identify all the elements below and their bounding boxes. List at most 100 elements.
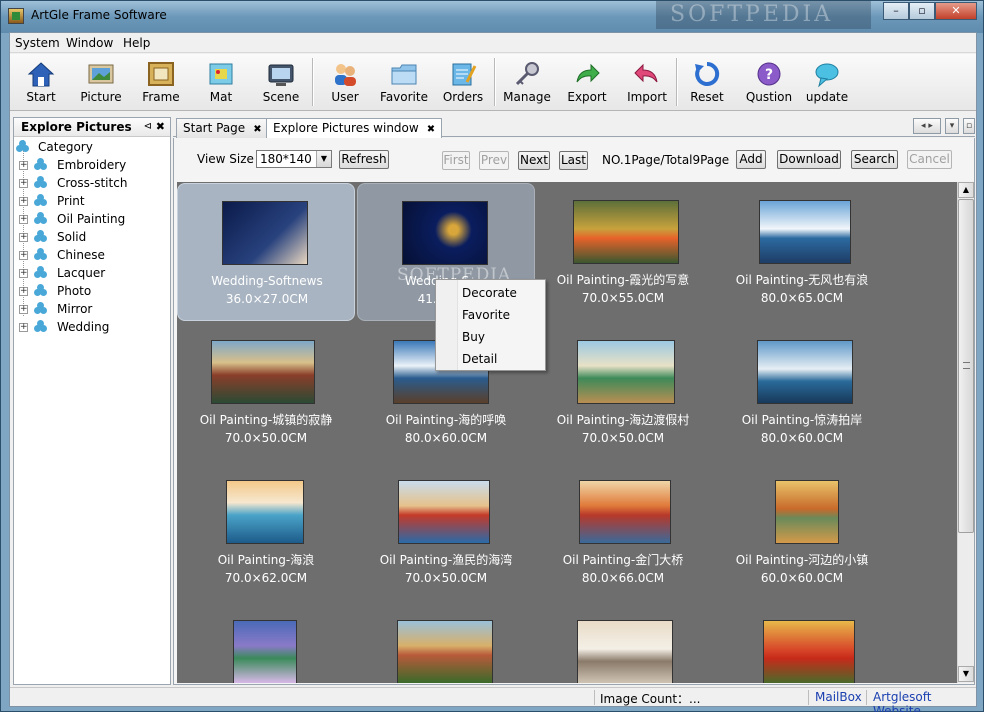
- picture-size: 60.0×60.0CM: [760, 571, 844, 585]
- tree-item-mirror[interactable]: + Mirror: [14, 301, 164, 319]
- picture-item[interactable]: Oil Painting-渔民的海湾 70.0×50.0CM: [357, 463, 535, 601]
- picture-item[interactable]: Oil Painting-城镇的寂静 70.0×50.0CM: [177, 323, 355, 461]
- tree-root-category[interactable]: Category: [14, 139, 164, 157]
- scrollbar-thumb[interactable]: [958, 199, 974, 533]
- close-button[interactable]: ✕: [935, 2, 977, 20]
- cancel-button[interactable]: Cancel: [907, 150, 952, 169]
- home-icon: [27, 60, 55, 88]
- picture-item[interactable]: Oil Painting-河边的小镇 60.0×60.0CM: [713, 463, 891, 601]
- export-button[interactable]: Export: [564, 57, 610, 109]
- maximize-button[interactable]: ▫: [909, 2, 935, 20]
- picture-name: Oil Painting-河边的小镇: [735, 553, 869, 567]
- tree-item-wedding[interactable]: + Wedding: [14, 319, 164, 337]
- question-icon: ?: [755, 60, 783, 88]
- tree-item-chinese[interactable]: + Chinese: [14, 247, 164, 265]
- picture-item[interactable]: [534, 603, 712, 683]
- orders-button[interactable]: Orders: [440, 57, 486, 109]
- add-button[interactable]: Add: [736, 150, 766, 169]
- expand-icon[interactable]: +: [19, 251, 28, 260]
- category-icon: [34, 177, 48, 190]
- expand-icon[interactable]: +: [19, 197, 28, 206]
- tab-list-dropdown[interactable]: ▾: [945, 118, 959, 134]
- tree-item-photo[interactable]: + Photo: [14, 283, 164, 301]
- expand-icon[interactable]: +: [19, 161, 28, 170]
- picture-item[interactable]: [357, 603, 535, 683]
- softpedia-watermark: SOFTPEDIA: [656, 1, 871, 29]
- picture-item[interactable]: Oil Painting-金门大桥 80.0×66.0CM: [534, 463, 712, 601]
- tab-start-page[interactable]: Start Page ✖: [176, 118, 269, 138]
- tree-item-cross-stitch[interactable]: + Cross-stitch: [14, 175, 164, 193]
- expand-icon[interactable]: +: [19, 305, 28, 314]
- svg-text:?: ?: [765, 67, 773, 83]
- picture-item[interactable]: [177, 603, 355, 683]
- picture-item[interactable]: Oil Painting-海浪 70.0×62.0CM: [177, 463, 355, 601]
- first-button[interactable]: First: [442, 151, 470, 170]
- start-button[interactable]: Start: [18, 57, 64, 109]
- thumbnail-image: [759, 200, 851, 264]
- mailbox-link[interactable]: MailBox: [815, 690, 862, 704]
- expand-icon[interactable]: +: [19, 269, 28, 278]
- search-button[interactable]: Search: [851, 150, 898, 169]
- scene-button[interactable]: Scene: [258, 57, 304, 109]
- last-button[interactable]: Last: [559, 151, 588, 170]
- picture-item[interactable]: Oil Painting-霞光的写意 70.0×55.0CM: [534, 183, 712, 321]
- expand-icon[interactable]: +: [19, 233, 28, 242]
- expand-icon[interactable]: +: [19, 215, 28, 224]
- tab-close-icon[interactable]: ✖: [253, 124, 261, 135]
- picture-item[interactable]: Oil Painting-惊涛拍岸 80.0×60.0CM: [713, 323, 891, 461]
- minimize-button[interactable]: –: [883, 2, 909, 20]
- view-size-label: View Size: [197, 152, 254, 166]
- expand-icon[interactable]: +: [19, 179, 28, 188]
- download-button[interactable]: Download: [777, 150, 841, 169]
- picture-button[interactable]: Picture: [78, 57, 124, 109]
- title-bar[interactable]: ArtGle Frame Software SOFTPEDIA – ▫ ✕: [1, 1, 983, 33]
- menu-system[interactable]: System: [15, 36, 60, 50]
- category-icon: [34, 159, 48, 172]
- pin-icon[interactable]: ⊲: [144, 121, 152, 132]
- menu-item-buy[interactable]: Buy: [462, 330, 485, 344]
- scroll-up-icon[interactable]: ▲: [958, 182, 974, 198]
- thumbnail-image: [579, 480, 671, 544]
- picture-item[interactable]: Oil Painting-无风也有浪 80.0×65.0CM: [713, 183, 891, 321]
- manage-button[interactable]: Manage: [502, 57, 552, 109]
- user-button[interactable]: User: [322, 57, 368, 109]
- next-button[interactable]: Next: [518, 151, 550, 170]
- category-icon: [34, 267, 48, 280]
- panel-close-icon[interactable]: ✖: [156, 120, 165, 133]
- menu-help[interactable]: Help: [123, 36, 150, 50]
- scroll-down-icon[interactable]: ▼: [958, 666, 974, 682]
- menu-item-detail[interactable]: Detail: [462, 352, 497, 366]
- tree-item-print[interactable]: + Print: [14, 193, 164, 211]
- tab-close-window[interactable]: ▫: [963, 118, 975, 134]
- explore-content: View Size 180*140 ▼ Refresh First Prev N…: [173, 138, 975, 685]
- panel-header: Explore Pictures ⊲ ✖: [14, 118, 170, 137]
- website-link[interactable]: Artglesoft Website: [873, 690, 976, 712]
- mat-button[interactable]: Mat: [198, 57, 244, 109]
- tab-close-icon[interactable]: ✖: [427, 124, 435, 135]
- user-icon: [331, 60, 359, 88]
- question-button[interactable]: ? Qustion: [744, 57, 794, 109]
- refresh-button[interactable]: Refresh: [339, 150, 389, 169]
- view-size-select[interactable]: 180*140 ▼: [256, 150, 332, 168]
- expand-icon[interactable]: +: [19, 323, 28, 332]
- menu-item-decorate[interactable]: Decorate: [462, 286, 517, 300]
- tree-item-embroidery[interactable]: + Embroidery: [14, 157, 164, 175]
- thumbnail-image: [402, 201, 488, 265]
- picture-item[interactable]: [713, 603, 891, 683]
- tab-scroll-arrows[interactable]: ◂ ▸: [913, 118, 941, 134]
- tree-item-solid[interactable]: + Solid: [14, 229, 164, 247]
- prev-button[interactable]: Prev: [479, 151, 509, 170]
- menu-item-favorite[interactable]: Favorite: [462, 308, 510, 322]
- tab-explore-pictures[interactable]: Explore Pictures window ✖: [266, 118, 443, 139]
- expand-icon[interactable]: +: [19, 287, 28, 296]
- import-button[interactable]: Import: [624, 57, 670, 109]
- menu-window[interactable]: Window: [66, 36, 113, 50]
- favorite-button[interactable]: Favorite: [378, 57, 430, 109]
- update-button[interactable]: update: [804, 57, 850, 109]
- frame-button[interactable]: Frame: [138, 57, 184, 109]
- vertical-scrollbar[interactable]: ▲ ▼: [957, 182, 974, 683]
- picture-item[interactable]: Oil Painting-海边渡假村 70.0×50.0CM: [534, 323, 712, 461]
- tree-item-lacquer[interactable]: + Lacquer: [14, 265, 164, 283]
- reset-button[interactable]: Reset: [684, 57, 730, 109]
- tree-item-oil-painting[interactable]: + Oil Painting: [14, 211, 164, 229]
